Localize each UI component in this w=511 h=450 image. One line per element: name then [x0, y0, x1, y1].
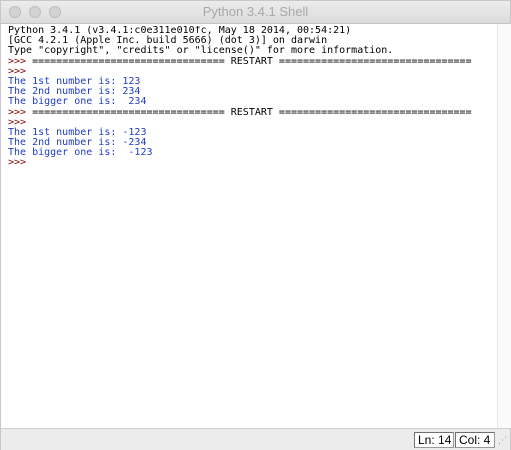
- restart-banner: ================================ RESTART…: [32, 106, 472, 118]
- window-title: Python 3.4.1 Shell: [202, 4, 309, 19]
- shell-line: >>>: [8, 158, 496, 168]
- status-bar: Ln: 14 Col: 4 ⋰: [1, 428, 510, 450]
- shell-line: The bigger one is: -123: [8, 148, 496, 158]
- idle-shell-window: Python 3.4.1 Shell Python 3.4.1 (v3.4.1:…: [0, 0, 511, 450]
- resize-grip-icon[interactable]: ⋰: [498, 435, 508, 447]
- shell-line: >>> ================================ RES…: [8, 55, 496, 67]
- shell-text-area[interactable]: Python 3.4.1 (v3.4.1:c0e311e010fc, May 1…: [8, 26, 496, 426]
- line-number-indicator: Ln: 14: [414, 432, 454, 448]
- shell-line: >>> ================================ RES…: [8, 106, 496, 118]
- title-bar[interactable]: Python 3.4.1 Shell: [1, 1, 510, 24]
- column-number-indicator: Col: 4: [455, 432, 495, 448]
- restart-banner: ================================ RESTART…: [32, 55, 472, 67]
- prompt-marker: >>>: [8, 157, 33, 169]
- vertical-scrollbar[interactable]: [497, 24, 511, 428]
